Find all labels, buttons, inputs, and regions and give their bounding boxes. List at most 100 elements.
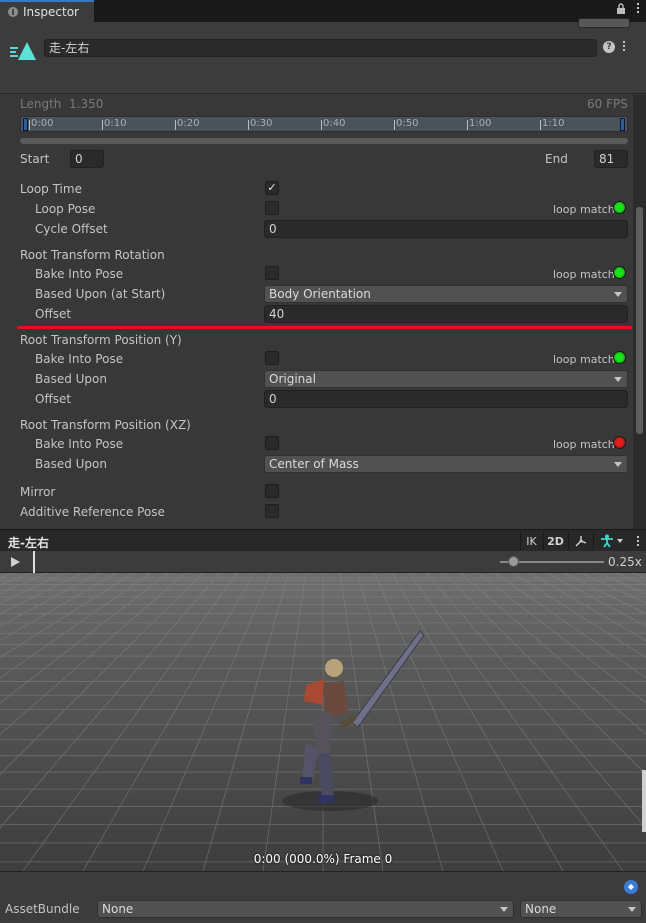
end-marker[interactable]: [620, 118, 625, 131]
chevron-down-icon: [614, 377, 622, 382]
lock-icon[interactable]: [616, 3, 626, 18]
timeline-tick-label: 0:50: [396, 118, 419, 129]
loop-match-label: loop match: [553, 203, 615, 216]
loop-match-label: loop match: [553, 353, 615, 366]
posxz-bake-checkbox[interactable]: [265, 436, 279, 450]
dropdown-value: Original: [269, 372, 316, 386]
ik-toggle-button[interactable]: IK: [520, 532, 542, 550]
speed-slider-knob[interactable]: [508, 556, 519, 567]
chevron-down-icon: [617, 539, 623, 543]
loop-pose-label: Loop Pose: [35, 202, 96, 216]
info-icon: i: [8, 7, 18, 17]
timeline-tick-label: 0:20: [177, 118, 200, 129]
rot-bake-checkbox[interactable]: [265, 266, 279, 280]
dropdown-value: Center of Mass: [269, 457, 359, 471]
root-position-xz-header: Root Transform Position (XZ): [20, 418, 191, 432]
preview-playback-bar: 0.25x: [0, 551, 646, 573]
animation-clip-icon: [10, 42, 36, 60]
avatar-preview-dropdown[interactable]: [593, 532, 629, 550]
timeline-tick: [394, 120, 395, 130]
chevron-down-icon: [500, 907, 508, 912]
help-icon[interactable]: ?: [603, 41, 615, 53]
preview-title: 走-左右: [8, 536, 49, 550]
window-menu-icon[interactable]: [636, 3, 640, 18]
length-value: 1.350: [69, 97, 104, 111]
dropdown-value: None: [525, 902, 557, 916]
character-model: [282, 630, 425, 811]
timeline-tick: [467, 120, 468, 130]
timeline-tick: [29, 120, 30, 130]
posxz-based-upon-dropdown[interactable]: Center of Mass: [264, 455, 628, 473]
timeline-range-bar[interactable]: [20, 138, 628, 144]
assetbundle-label: AssetBundle: [5, 902, 80, 916]
asset-name-field[interactable]: 走-左右: [44, 39, 597, 57]
rot-based-upon-dropdown[interactable]: Body Orientation: [264, 285, 628, 303]
timeline-tick-label: 0:00: [31, 118, 54, 129]
chevron-down-icon: [614, 462, 622, 467]
rot-offset-field[interactable]: 40: [264, 305, 628, 323]
highlight-underline: [17, 326, 632, 329]
dropdown-value: None: [102, 902, 134, 916]
window-tab-bar: i Inspector: [0, 0, 646, 22]
end-frame-field[interactable]: 81: [594, 150, 628, 168]
loop-match-indicator: [613, 351, 626, 364]
speed-label: 0.25x: [608, 555, 642, 569]
length-label: Length: [20, 97, 62, 111]
additive-pose-checkbox[interactable]: [265, 504, 279, 518]
pivot-icon[interactable]: [568, 532, 592, 550]
clip-settings-panel: Length 1.350 60 FPS 0:00 0:10 0:20 0:30 …: [0, 95, 632, 529]
timeline-tick: [540, 120, 541, 130]
rot-based-upon-label: Based Upon (at Start): [35, 287, 166, 301]
clip-timeline[interactable]: 0:00 0:10 0:20 0:30 0:40 0:50 1:00 1:10: [20, 116, 628, 132]
chevron-down-icon: [628, 907, 636, 912]
assetbundle-variant-dropdown[interactable]: None: [520, 900, 642, 918]
timeline-tick-label: 0:10: [104, 118, 127, 129]
playhead-scrubber[interactable]: [33, 551, 35, 573]
root-position-y-header: Root Transform Position (Y): [20, 333, 182, 347]
tag-icon[interactable]: ◆: [624, 880, 638, 894]
timeline-tick-label: 0:40: [323, 118, 346, 129]
posy-bake-label: Bake Into Pose: [35, 352, 124, 366]
chevron-down-icon: [614, 292, 622, 297]
inspector-scrollbar[interactable]: [633, 95, 646, 529]
2d-toggle-button[interactable]: 2D: [543, 532, 567, 550]
posy-based-upon-dropdown[interactable]: Original: [264, 370, 628, 388]
cycle-offset-label: Cycle Offset: [35, 222, 108, 236]
end-label: End: [545, 152, 568, 166]
start-frame-field[interactable]: 0: [70, 150, 104, 168]
asset-header: 走-左右 ?: [0, 18, 646, 94]
cycle-offset-field[interactable]: 0: [264, 220, 628, 238]
timeline-tick: [321, 120, 322, 130]
loop-time-label: Loop Time: [20, 182, 82, 196]
loop-match-indicator: [613, 266, 626, 279]
root-rotation-header: Root Transform Rotation: [20, 248, 165, 262]
preview-menu-icon[interactable]: [636, 536, 640, 546]
play-icon[interactable]: [11, 557, 20, 567]
humanoid-icon: [601, 534, 613, 548]
timeline-tick: [175, 120, 176, 130]
rot-offset-label: Offset: [35, 307, 72, 321]
loop-time-checkbox[interactable]: ✓: [265, 181, 279, 195]
tab-label: Inspector: [23, 5, 79, 19]
component-menu-icon[interactable]: [622, 41, 626, 51]
loop-match-label: loop match: [553, 268, 615, 281]
scrollbar-thumb[interactable]: [636, 207, 643, 434]
posxz-based-upon-label: Based Upon: [35, 457, 107, 471]
mirror-checkbox[interactable]: [265, 484, 279, 498]
tab-inspector[interactable]: i Inspector: [0, 0, 94, 22]
posy-bake-checkbox[interactable]: [265, 351, 279, 365]
timeline-tick-label: 1:00: [469, 118, 492, 129]
preview-viewport[interactable]: 0:00 (000.0%) Frame 0: [0, 573, 646, 871]
preview-toolbar: 走-左右 IK 2D: [0, 529, 646, 551]
fps-label: 60 FPS: [587, 97, 628, 111]
additive-pose-label: Additive Reference Pose: [20, 505, 165, 519]
mirror-label: Mirror: [20, 485, 56, 499]
open-button[interactable]: [578, 18, 630, 28]
posy-offset-field[interactable]: 0: [264, 390, 628, 408]
assetbundle-name-dropdown[interactable]: None: [97, 900, 514, 918]
loop-pose-checkbox[interactable]: [265, 201, 279, 215]
start-marker[interactable]: [23, 118, 28, 131]
loop-match-indicator: [613, 436, 626, 449]
assetbundle-bar: ◆ AssetBundle None None: [0, 871, 646, 923]
rot-bake-label: Bake Into Pose: [35, 267, 124, 281]
